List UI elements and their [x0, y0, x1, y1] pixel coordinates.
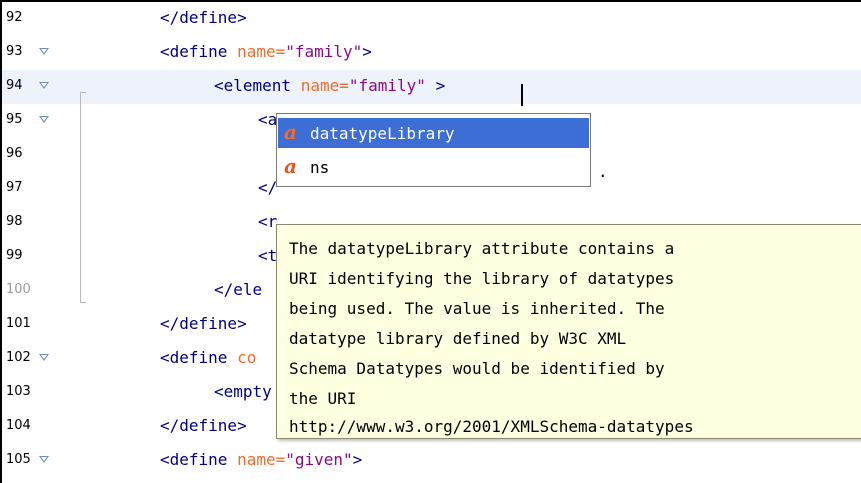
code-text: <t — [258, 246, 278, 265]
attribute-icon: a — [284, 154, 297, 178]
line-number: 105 — [6, 452, 31, 467]
code-text: </define> — [160, 8, 247, 27]
tooltip-text-line: The datatypeLibrary attribute contains a — [289, 239, 675, 258]
code-line[interactable]: 93 <define name="family"> — [2, 36, 861, 70]
code-text: </define> — [160, 314, 247, 333]
code-text: </ — [258, 178, 278, 197]
line-number: 96 — [6, 146, 23, 161]
code-text: <define name="given"> — [160, 450, 363, 469]
code-text: <element name="family" > — [214, 76, 446, 95]
fold-toggle-icon[interactable] — [39, 48, 49, 55]
line-number: 103 — [6, 384, 31, 399]
code-text: </ele — [214, 280, 263, 299]
code-text: </define> — [160, 416, 247, 435]
tooltip-text-line: Schema Datatypes would be identified by — [289, 359, 665, 378]
fold-toggle-icon[interactable] — [39, 456, 49, 463]
completion-item-label: ns — [310, 158, 330, 177]
tooltip-text-line: being used. The value is inherited. The — [289, 299, 665, 318]
line-number: 94 — [6, 78, 23, 93]
text-caret — [521, 84, 523, 106]
code-line[interactable]: 92 </define> — [2, 2, 861, 36]
xml-editor[interactable]: 92 </define> 93 <define name="family"> 9… — [0, 0, 861, 483]
code-text: <define name="family"> — [160, 42, 372, 61]
tooltip-text-line: datatype library defined by W3C XML — [289, 329, 627, 348]
line-number: 101 — [6, 316, 31, 331]
tooltip-text-line: the URI — [289, 389, 357, 408]
line-number: 97 — [6, 180, 23, 195]
documentation-tooltip: The datatypeLibrary attribute contains a… — [276, 224, 861, 439]
line-number: 98 — [6, 214, 23, 229]
code-text: <empty — [214, 382, 272, 401]
code-text: . — [598, 162, 608, 181]
completion-item-ns[interactable]: a ns — [278, 152, 589, 182]
fold-toggle-icon[interactable] — [39, 354, 49, 361]
completion-item-label: datatypeLibrary — [310, 124, 455, 143]
code-line[interactable]: 105 <define name="given"> — [2, 444, 861, 478]
fold-toggle-icon[interactable] — [39, 116, 49, 123]
completion-item-datatypelibrary[interactable]: a datatypeLibrary — [278, 118, 589, 148]
code-text: <define co — [160, 348, 257, 367]
tooltip-text-line: URI identifying the library of datatypes — [289, 269, 675, 288]
code-line-current[interactable]: 94 <element name="family" > — [2, 70, 861, 104]
line-number: 100 — [6, 282, 31, 297]
line-number: 95 — [6, 112, 23, 127]
code-text: <r — [258, 212, 278, 231]
fold-range-cap — [80, 302, 86, 303]
code-text: <a — [258, 110, 278, 129]
line-number: 93 — [6, 44, 23, 59]
fold-range-cap — [80, 92, 86, 93]
line-number: 104 — [6, 418, 31, 433]
fold-range-line — [80, 92, 81, 302]
attribute-icon: a — [284, 120, 297, 144]
tooltip-text-line: http://www.w3.org/2001/XMLSchema-datatyp… — [289, 417, 694, 436]
line-number: 99 — [6, 248, 23, 263]
fold-toggle-icon[interactable] — [39, 82, 49, 89]
line-number: 102 — [6, 350, 31, 365]
completion-popup[interactable]: a datatypeLibrary a ns — [276, 113, 591, 187]
line-number: 92 — [6, 10, 23, 25]
